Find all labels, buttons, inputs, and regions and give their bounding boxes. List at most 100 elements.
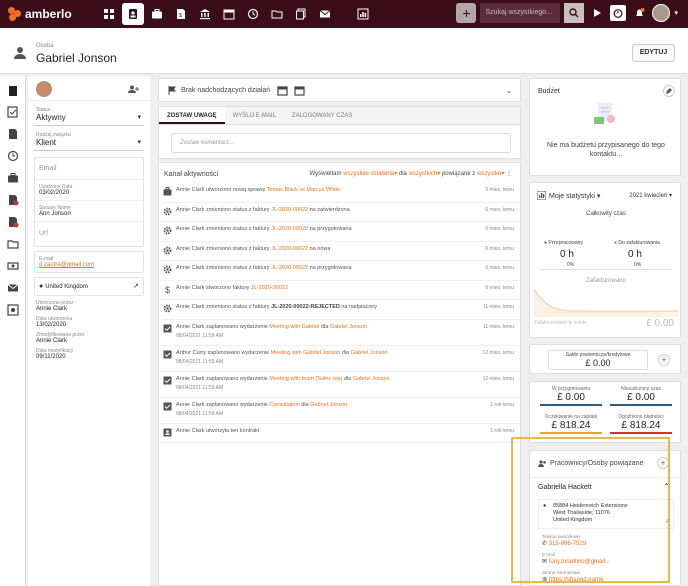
activity-item: Annie Clark zaplanowano wydarzenie Meeti… [159, 320, 520, 346]
chevron-down-icon[interactable]: ▾ [674, 9, 678, 17]
history-icon[interactable] [242, 3, 264, 25]
balance-card: Saldo powiernicze/kredytowe £ 0.00 + [529, 344, 681, 374]
activity-time: 12 mies. temu [482, 375, 514, 382]
activity-link[interactable]: Meeting with team (Sales rep) [269, 376, 342, 382]
gear-icon [163, 265, 172, 274]
activity-text: Annie Clark zaplanowano wydarzenie Meeti… [176, 375, 390, 382]
calendar-add-icon[interactable] [277, 85, 288, 96]
email-field[interactable]: Email [35, 158, 143, 180]
birth-value: 03/02/2020 [39, 190, 70, 196]
timer-list-icon[interactable] [7, 150, 19, 162]
kpi-value: £ 0.00 [557, 392, 585, 403]
activity-link[interactable]: Consultation [269, 402, 300, 408]
activity-link[interactable]: Meeting with Gabriel Jonson [271, 350, 340, 356]
filter-actions-dropdown[interactable]: wszystkie działania [343, 171, 394, 177]
stats-period-dropdown[interactable]: 2021 kwiecień ▾ [629, 192, 672, 199]
document-icon[interactable]: $ [170, 3, 192, 25]
activity-link[interactable]: JL-2020-00022 [271, 207, 308, 213]
folder-clock-icon[interactable] [7, 238, 19, 250]
document-check-icon[interactable] [7, 128, 19, 140]
folder-icon[interactable] [266, 3, 288, 25]
chevron-down-icon[interactable]: ⌄ [506, 87, 512, 95]
activity-date: 08/04/2021 11:59 AM [176, 384, 224, 391]
logo-text: amberlo [25, 7, 72, 21]
record-meta: Utworzone przez Annie Clark Data utworze… [36, 300, 142, 360]
relation-select[interactable]: Rodzaj związku Klient ▾ [34, 130, 144, 151]
kpi-accent-bar [610, 404, 672, 406]
archive-icon[interactable] [7, 304, 19, 316]
user-avatar[interactable] [652, 4, 671, 22]
activity-link[interactable]: JL-2020-00022 [271, 265, 308, 271]
edit-pencil-icon[interactable] [663, 85, 675, 97]
modified-date-value: 09/11/2020 [36, 354, 66, 360]
filter-users-dropdown[interactable]: wszystkich [409, 171, 438, 177]
calendar-icon[interactable] [218, 3, 240, 25]
avatar[interactable] [36, 81, 52, 97]
budget-empty-text: Nie ma budżetu przypisanego do tego kont… [547, 142, 665, 158]
budget-illustration-icon [594, 103, 615, 124]
email-box: E-mail d.zautra@gmail.com [34, 251, 144, 273]
tab-send-email[interactable]: WYŚLIJ E-MAIL [225, 107, 284, 124]
filter-related-dropdown[interactable]: wszystko [477, 171, 501, 177]
edit-button[interactable]: EDYTUJ [632, 44, 675, 62]
logo[interactable]: amberlo [8, 7, 88, 21]
task-check-icon[interactable] [7, 106, 19, 118]
spouse-field[interactable]: Spouse Name Ann Jonson [35, 201, 143, 222]
play-icon[interactable] [588, 3, 606, 23]
invoice-icon[interactable] [7, 194, 19, 206]
tab-leave-note[interactable]: ZOSTAW UWAGĘ [159, 107, 225, 124]
activity-link[interactable]: JL-2020-00022 [271, 226, 308, 232]
activity-contact-link[interactable]: Gabriel Jonson [353, 376, 390, 382]
add-balance-button[interactable]: + [658, 354, 670, 366]
people-link-icon[interactable] [128, 85, 140, 93]
profile-icon[interactable] [7, 85, 19, 97]
activity-link[interactable]: JL-2020-00022 [251, 285, 288, 291]
search-input[interactable]: Szukaj wszystkiego... [480, 3, 561, 23]
dashboard-icon[interactable] [98, 3, 120, 25]
activity-contact-link[interactable]: Gabriel Jonson [330, 324, 367, 330]
activity-time: 11 mies. temu [482, 323, 514, 330]
activity-link[interactable]: Tomas Black vs Marcus White [267, 187, 340, 193]
stats-title-dropdown[interactable]: Moje statystyki ▾ [549, 192, 600, 200]
email-link[interactable]: d.zautra@gmail.com [39, 262, 139, 268]
timer-icon[interactable] [610, 5, 627, 21]
reports-icon[interactable] [352, 3, 374, 25]
calendar-clock-icon[interactable] [294, 85, 305, 96]
address-box: ● United Kingdom ↗ [34, 277, 144, 296]
briefcase-icon[interactable] [7, 172, 19, 184]
upcoming-actions-bar[interactable]: Brak nadchodzących działań ⌄ [158, 78, 521, 102]
person-icon [14, 47, 26, 59]
activity-contact-link[interactable]: Gabriel Jonson [351, 350, 388, 356]
center-column: Brak nadchodzących działań ⌄ ZOSTAW UWAG… [156, 76, 523, 586]
activity-contact-link[interactable]: Gabriel Jonson [310, 402, 347, 408]
kpi-tile: Opóźnione płatności £ 818.24 [610, 414, 672, 434]
search-icon[interactable] [564, 3, 585, 23]
status-value: Aktywny [36, 113, 66, 122]
money-icon[interactable] [7, 260, 19, 272]
briefcase-icon[interactable] [146, 3, 168, 25]
bank-icon[interactable] [194, 3, 216, 25]
activity-time: 6 mies. temu [485, 284, 514, 291]
contacts-icon[interactable] [122, 3, 144, 25]
activity-link[interactable]: Meeting with Gabriel [269, 324, 319, 330]
add-button[interactable]: + [456, 3, 477, 23]
comment-input[interactable]: Zostaw komentarz... [171, 133, 511, 153]
bell-icon[interactable] [630, 3, 648, 23]
kpi-accent-bar [540, 432, 602, 434]
more-icon[interactable]: ⋮ [506, 171, 512, 177]
tab-logged-time[interactable]: ZALOGOWANY CZAS [284, 107, 360, 124]
birth-date-field[interactable]: Urodzony Data 03/02/2020 [35, 180, 143, 201]
mail-icon[interactable] [7, 282, 19, 294]
status-select[interactable]: Status Aktywny ▾ [34, 105, 144, 126]
contact-card-icon [163, 428, 172, 437]
mail-icon[interactable] [314, 3, 336, 25]
files-icon[interactable] [290, 3, 312, 25]
external-link-icon[interactable]: ↗ [133, 282, 139, 290]
activity-link[interactable]: JL-2020-00022 [271, 246, 308, 252]
kpi-tile: Niezaliczony czas £ 0.00 [610, 386, 672, 406]
invoice-alert-icon[interactable] [7, 216, 19, 228]
highlight-frame [511, 437, 670, 583]
modified-by-value: Annie Clark [36, 338, 68, 344]
balance-value: £ 0.00 [585, 358, 611, 368]
url-field[interactable]: Url [35, 222, 143, 246]
